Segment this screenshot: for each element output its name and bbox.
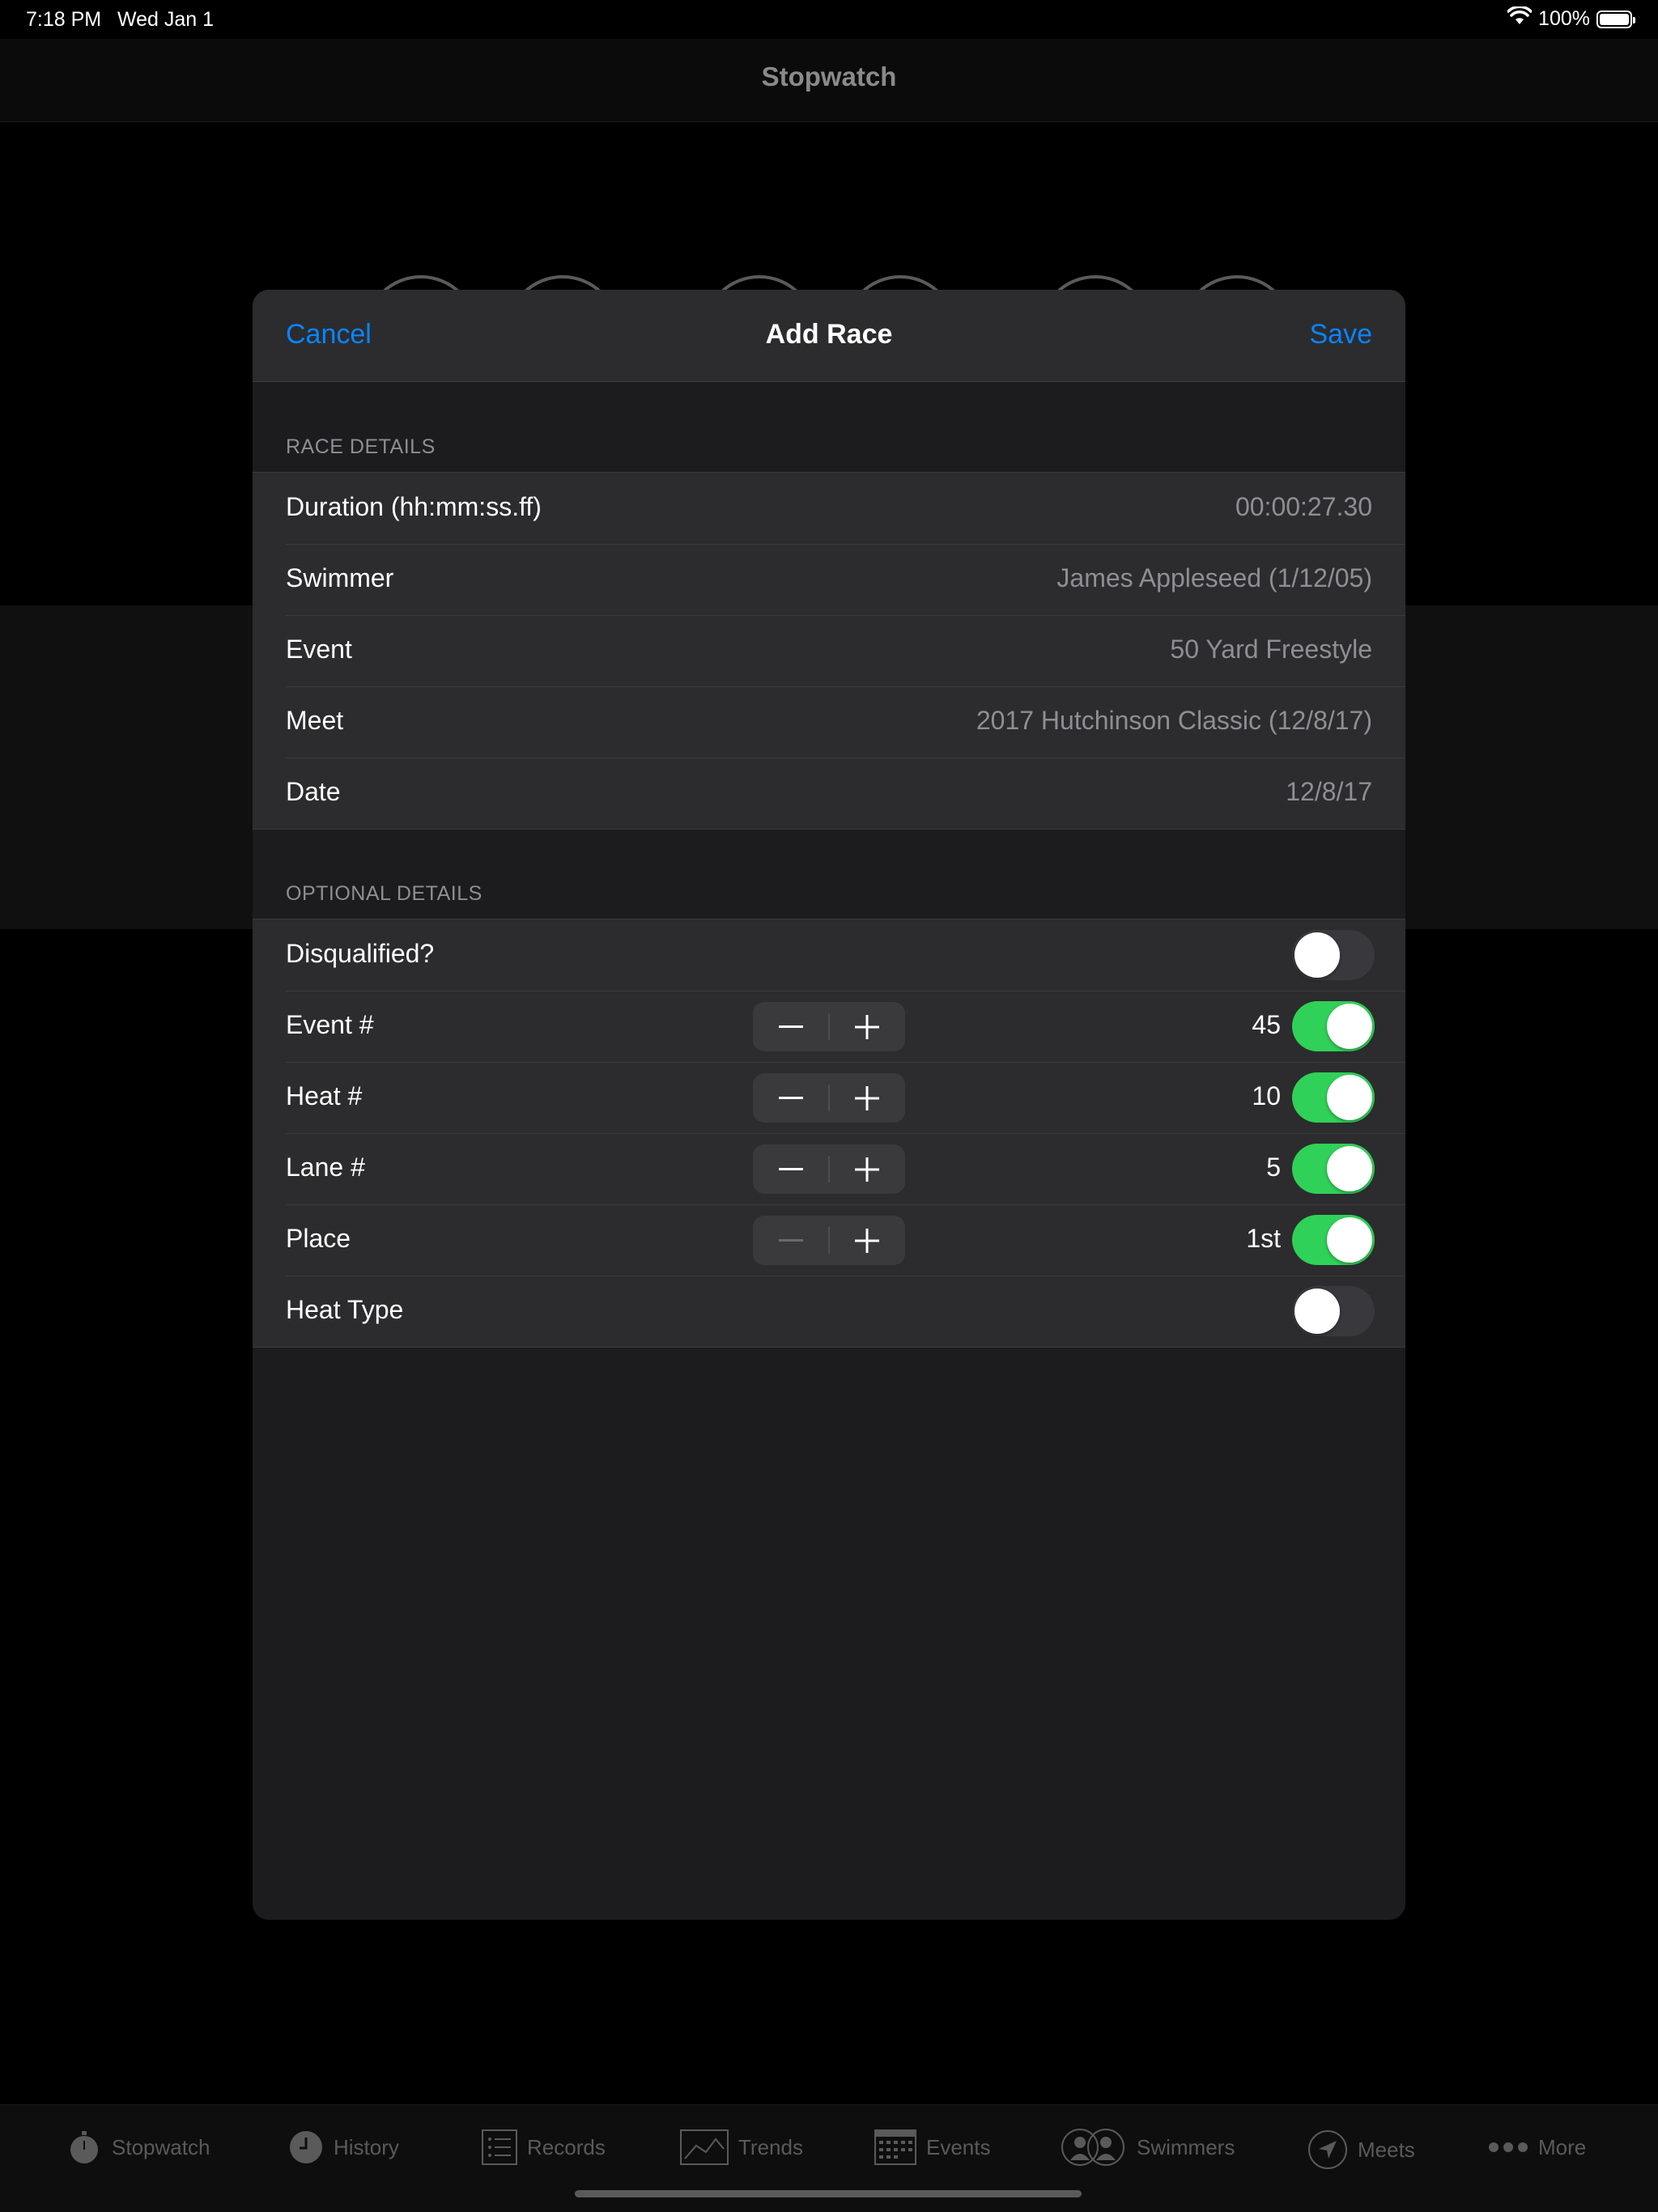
increment-button[interactable] <box>829 1002 905 1051</box>
tab-records[interactable]: Records <box>482 2129 606 2165</box>
calendar-icon <box>874 2129 916 2165</box>
toggle-knob <box>1295 932 1340 978</box>
place-row: Place 1st <box>253 1204 1405 1276</box>
tab-label: Events <box>926 2134 991 2159</box>
tab-label: Swimmers <box>1137 2134 1235 2159</box>
app-nav-bar: Stopwatch <box>0 39 1658 122</box>
heat-number-stepper <box>753 1073 905 1123</box>
row-label: Event <box>286 635 352 664</box>
duration-value: 00:00:27.30 <box>1235 492 1372 521</box>
toggle-knob <box>1295 1289 1340 1334</box>
event-value: 50 Yard Freestyle <box>1170 635 1372 664</box>
modal-title: Add Race <box>765 319 893 350</box>
row-label: Event # <box>286 1010 374 1039</box>
status-time: 7:18 PM <box>26 8 102 31</box>
save-button[interactable]: Save <box>1310 319 1373 350</box>
meet-row[interactable]: Meet 2017 Hutchinson Classic (12/8/17) <box>253 686 1405 758</box>
decrement-button[interactable] <box>753 1073 829 1123</box>
optional-details-group: Disqualified? Event # 45 Heat # 10 Lane … <box>253 919 1405 1348</box>
tab-more[interactable]: More <box>1488 2129 1586 2165</box>
decrement-button[interactable] <box>753 1216 829 1265</box>
heat-type-row: Heat Type <box>253 1276 1405 1347</box>
battery-percent: 100% <box>1538 7 1590 30</box>
clock-icon <box>288 2129 324 2165</box>
place-stepper <box>753 1216 905 1265</box>
increment-button[interactable] <box>829 1073 905 1123</box>
toggle-knob <box>1327 1075 1372 1120</box>
heat-number-value: 10 <box>1252 1081 1281 1110</box>
heat-number-toggle[interactable] <box>1292 1072 1375 1123</box>
tab-meets[interactable]: Meets <box>1307 2129 1415 2170</box>
toggle-knob <box>1327 1217 1372 1263</box>
tab-label: More <box>1538 2134 1587 2159</box>
row-label: Date <box>286 777 341 806</box>
date-row[interactable]: Date 12/8/17 <box>253 758 1405 829</box>
trend-chart-icon <box>680 2129 729 2165</box>
tab-label: Records <box>527 2134 606 2159</box>
meet-value: 2017 Hutchinson Classic (12/8/17) <box>976 706 1372 735</box>
more-dots-icon <box>1488 2129 1528 2165</box>
decrement-button[interactable] <box>753 1002 829 1051</box>
place-toggle[interactable] <box>1292 1215 1375 1265</box>
lane-number-stepper <box>753 1144 905 1194</box>
event-number-row: Event # 45 <box>253 991 1405 1062</box>
status-bar: 7:18 PM Wed Jan 1 100% <box>0 0 1658 39</box>
increment-button[interactable] <box>829 1144 905 1194</box>
disqualified-row: Disqualified? <box>253 919 1405 991</box>
tab-label: Stopwatch <box>112 2134 210 2159</box>
add-race-modal: Cancel Add Race Save RACE DETAILS Durati… <box>253 290 1405 1920</box>
app-title: Stopwatch <box>761 62 897 91</box>
race-details-group: Duration (hh:mm:ss.ff) 00:00:27.30 Swimm… <box>253 472 1405 830</box>
section-header-optional-details: OPTIONAL DETAILS <box>286 882 483 905</box>
swimmer-value: James Appleseed (1/12/05) <box>1056 563 1372 592</box>
toggle-knob <box>1327 1146 1372 1191</box>
tab-stopwatch[interactable]: Stopwatch <box>66 2129 210 2165</box>
row-label: Duration (hh:mm:ss.ff) <box>286 492 542 521</box>
duration-row[interactable]: Duration (hh:mm:ss.ff) 00:00:27.30 <box>253 473 1405 544</box>
decrement-button[interactable] <box>753 1144 829 1194</box>
event-row[interactable]: Event 50 Yard Freestyle <box>253 615 1405 686</box>
location-arrow-icon <box>1307 2129 1348 2170</box>
status-date: Wed Jan 1 <box>117 8 215 31</box>
tab-history[interactable]: History <box>288 2129 399 2165</box>
lane-number-row: Lane # 5 <box>253 1133 1405 1204</box>
row-label: Swimmer <box>286 563 394 592</box>
heat-type-toggle[interactable] <box>1292 1286 1375 1336</box>
row-label: Heat Type <box>286 1295 404 1324</box>
increment-button[interactable] <box>829 1216 905 1265</box>
date-value: 12/8/17 <box>1286 777 1372 806</box>
tab-label: Trends <box>738 2134 803 2159</box>
tab-trends[interactable]: Trends <box>680 2129 803 2165</box>
section-header-race-details: RACE DETAILS <box>286 435 436 458</box>
home-indicator[interactable] <box>575 2190 1082 2197</box>
stopwatch-icon <box>66 2129 102 2165</box>
row-label: Meet <box>286 706 344 735</box>
lane-number-toggle[interactable] <box>1292 1144 1375 1194</box>
place-value: 1st <box>1246 1224 1281 1253</box>
toggle-knob <box>1327 1004 1372 1049</box>
event-number-toggle[interactable] <box>1292 1001 1375 1051</box>
row-label: Place <box>286 1224 351 1253</box>
swimmer-row[interactable]: Swimmer James Appleseed (1/12/05) <box>253 544 1405 615</box>
row-label: Disqualified? <box>286 939 435 968</box>
row-label: Lane # <box>286 1153 365 1182</box>
heat-number-row: Heat # 10 <box>253 1062 1405 1133</box>
tab-swimmers[interactable]: Swimmers <box>1059 2129 1235 2166</box>
disqualified-toggle[interactable] <box>1292 930 1375 980</box>
tab-label: Meets <box>1358 2137 1415 2162</box>
row-label: Heat # <box>286 1081 363 1110</box>
battery-icon <box>1596 10 1635 28</box>
event-number-value: 45 <box>1252 1010 1281 1039</box>
wifi-icon <box>1507 5 1533 32</box>
lane-number-value: 5 <box>1266 1153 1281 1182</box>
people-icon <box>1059 2129 1127 2166</box>
tab-label: History <box>334 2134 399 2159</box>
modal-header: Cancel Add Race Save <box>253 290 1405 382</box>
list-icon <box>482 2129 517 2165</box>
tab-events[interactable]: Events <box>874 2129 991 2165</box>
event-number-stepper <box>753 1002 905 1051</box>
